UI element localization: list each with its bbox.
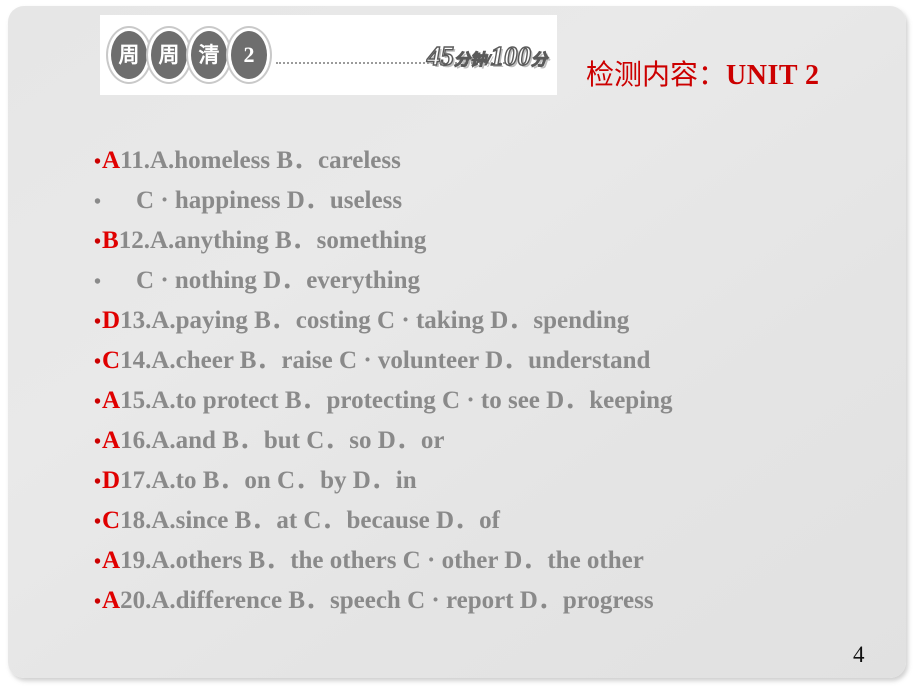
answer-letter: A (102, 427, 121, 454)
question-text: 11.A.homeless B．careless (120, 147, 401, 174)
answer-letter: A (102, 387, 121, 414)
bullet-icon: • (94, 511, 102, 533)
answer-letter: C (102, 507, 121, 534)
question-row: •B12.A.anything B．something (94, 221, 894, 261)
score-minutes: 45 (426, 40, 455, 71)
question-row: •C18.A.since B．at C．because D．of (94, 501, 894, 541)
answer-letter: D (102, 467, 121, 494)
page-title-label: 检测内容： (586, 60, 727, 91)
question-text: C · happiness D．useless (136, 187, 403, 214)
question-row: •A20.A.difference B．speech C · report D．… (94, 581, 894, 621)
question-row: •D13.A.paying B．costing C · taking D．spe… (94, 301, 894, 341)
bullet-icon: • (94, 151, 102, 173)
question-text: C · nothing D．everything (136, 267, 421, 294)
score-time-label: 45分钟/100分 (426, 40, 547, 72)
question-row: •A16.A.and B．but C．so D．or (94, 421, 894, 461)
badge-number-label: 2 (231, 31, 267, 79)
question-text: 14.A.cheer B．raise C · volunteer D．under… (120, 347, 651, 374)
bullet-icon: • (94, 431, 102, 453)
bullet-icon: • (94, 551, 102, 573)
question-row: •A11.A.homeless B．careless (94, 141, 894, 181)
score-minutes-unit: 分钟/ (453, 51, 491, 69)
question-list: •A11.A.homeless B．careless • C · happines… (94, 141, 894, 621)
score-points-unit: 分 (530, 51, 547, 69)
answer-letter: C (102, 347, 121, 374)
question-text: 17.A.to B．on C．by D．in (120, 467, 417, 494)
badge-number: 2 (226, 26, 272, 84)
question-text: 13.A.paying B．costing C · taking D．spend… (120, 307, 630, 334)
question-row-continuation: • C · happiness D．useless (94, 181, 894, 221)
bullet-icon: • (94, 591, 102, 613)
badge-zhou-2-label: 周 (151, 31, 187, 79)
bullet-icon: • (94, 271, 102, 293)
score-points: 100 (490, 40, 532, 71)
answer-letter: A (102, 587, 121, 614)
question-text: 16.A.and B．but C．so D．or (120, 427, 445, 454)
page-number: 4 (853, 642, 865, 667)
badge-zhou-1-label: 周 (111, 31, 147, 79)
question-text: 19.A.others B．the others C · other D．the… (120, 547, 644, 574)
answer-letter: A (102, 547, 121, 574)
question-row: •C14.A.cheer B．raise C · volunteer D．und… (94, 341, 894, 381)
bullet-icon: • (94, 191, 102, 213)
question-text: 15.A.to protect B．protecting C · to see … (120, 387, 673, 414)
page-title: 检测内容：UNIT 2 (586, 53, 820, 93)
question-text: 12.A.anything B．something (118, 227, 427, 254)
question-row: •A15.A.to protect B．protecting C · to se… (94, 381, 894, 421)
question-row-continuation: • C · nothing D．everything (94, 261, 894, 301)
bullet-icon: • (94, 391, 102, 413)
bullet-icon: • (94, 311, 102, 333)
question-text: 18.A.since B．at C．because D．of (120, 507, 500, 534)
bullet-icon: • (94, 231, 102, 253)
answer-letter: A (102, 147, 121, 174)
answer-letter: D (102, 307, 121, 334)
page-title-unit: UNIT 2 (726, 60, 820, 91)
question-row: •A19.A.others B．the others C · other D．t… (94, 541, 894, 581)
bullet-icon: • (94, 471, 102, 493)
badge-group: 周 周 清 2 (106, 26, 272, 84)
header-banner: 周 周 清 2 45分钟/100分 (100, 15, 557, 95)
answer-letter: B (102, 227, 119, 254)
slide-canvas: 周 周 清 2 45分钟/100分 检测内容：UNIT 2 •A11.A.hom… (8, 6, 906, 678)
bullet-icon: • (94, 351, 102, 373)
question-row: •D17.A.to B．on C．by D．in (94, 461, 894, 501)
badge-qing-label: 清 (191, 31, 227, 79)
question-text: 20.A.difference B．speech C · report D．pr… (120, 587, 654, 614)
